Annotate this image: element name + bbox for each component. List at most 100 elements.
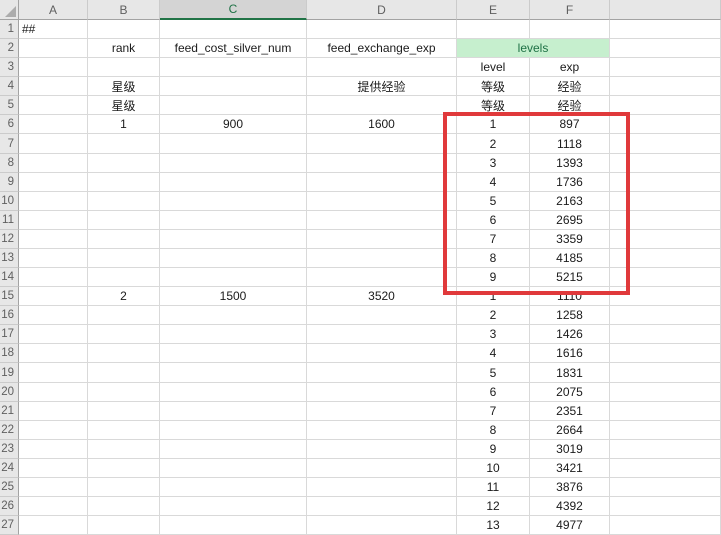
cell-B7[interactable] [88, 134, 160, 154]
cell-F25[interactable]: 3876 [530, 478, 610, 497]
column-header-D[interactable]: D [307, 0, 457, 20]
cell-A17[interactable] [19, 325, 88, 344]
cell-C12[interactable] [160, 230, 307, 249]
cell-A21[interactable] [19, 402, 88, 421]
row-header-15[interactable]: 15 [0, 287, 19, 306]
cell-C17[interactable] [160, 325, 307, 344]
cell-C6[interactable]: 900 [160, 115, 307, 134]
column-header-A[interactable]: A [19, 0, 88, 20]
cell-A4[interactable] [19, 77, 88, 96]
cell-F3[interactable]: exp [530, 58, 610, 77]
cell-B4[interactable]: 星级 [88, 77, 160, 96]
cell-C21[interactable] [160, 402, 307, 421]
cell-F1[interactable] [530, 20, 610, 39]
cell-C2[interactable]: feed_cost_silver_num [160, 39, 307, 58]
cell-A27[interactable] [19, 516, 88, 535]
cell-D13[interactable] [307, 249, 457, 268]
cell-A23[interactable] [19, 440, 88, 459]
cell-C15[interactable]: 1500 [160, 287, 307, 306]
cell-E15[interactable]: 1 [457, 287, 530, 306]
row-header-27[interactable]: 27 [0, 516, 19, 535]
cell-B27[interactable] [88, 516, 160, 535]
cell-G10[interactable] [610, 192, 721, 211]
cell-B1[interactable] [88, 20, 160, 39]
cell-C9[interactable] [160, 173, 307, 192]
cell-D24[interactable] [307, 459, 457, 478]
cell-C26[interactable] [160, 497, 307, 516]
cell-B13[interactable] [88, 249, 160, 268]
cell-G13[interactable] [610, 249, 721, 268]
row-header-23[interactable]: 23 [0, 440, 19, 459]
cell-C23[interactable] [160, 440, 307, 459]
cell-G7[interactable] [610, 134, 721, 154]
column-header-B[interactable]: B [88, 0, 160, 20]
row-header-25[interactable]: 25 [0, 478, 19, 497]
cell-B17[interactable] [88, 325, 160, 344]
cell-B6[interactable]: 1 [88, 115, 160, 134]
cell-E12[interactable]: 7 [457, 230, 530, 249]
cell-D26[interactable] [307, 497, 457, 516]
cell-D1[interactable] [307, 20, 457, 39]
cell-D19[interactable] [307, 363, 457, 383]
cell-E1[interactable] [457, 20, 530, 39]
row-header-26[interactable]: 26 [0, 497, 19, 516]
cell-E17[interactable]: 3 [457, 325, 530, 344]
row-header-4[interactable]: 4 [0, 77, 19, 96]
row-header-6[interactable]: 6 [0, 115, 19, 134]
cell-A7[interactable] [19, 134, 88, 154]
cell-E9[interactable]: 4 [457, 173, 530, 192]
cell-G9[interactable] [610, 173, 721, 192]
cell-C24[interactable] [160, 459, 307, 478]
cell-E27[interactable]: 13 [457, 516, 530, 535]
cell-F8[interactable]: 1393 [530, 154, 610, 173]
row-header-21[interactable]: 21 [0, 402, 19, 421]
cell-B3[interactable] [88, 58, 160, 77]
cell-F23[interactable]: 3019 [530, 440, 610, 459]
cell-D22[interactable] [307, 421, 457, 440]
cell-E8[interactable]: 3 [457, 154, 530, 173]
cell-G12[interactable] [610, 230, 721, 249]
cell-E5[interactable]: 等级 [457, 96, 530, 115]
row-header-12[interactable]: 12 [0, 230, 19, 249]
cell-E14[interactable]: 9 [457, 268, 530, 287]
cell-D15[interactable]: 3520 [307, 287, 457, 306]
cell-G6[interactable] [610, 115, 721, 134]
cell-E10[interactable]: 5 [457, 192, 530, 211]
cell-C7[interactable] [160, 134, 307, 154]
cell-B12[interactable] [88, 230, 160, 249]
cell-F14[interactable]: 5215 [530, 268, 610, 287]
cell-F20[interactable]: 2075 [530, 383, 610, 402]
cell-C16[interactable] [160, 306, 307, 325]
cell-F13[interactable]: 4185 [530, 249, 610, 268]
cell-C13[interactable] [160, 249, 307, 268]
cell-B18[interactable] [88, 344, 160, 363]
cell-B2[interactable]: rank [88, 39, 160, 58]
cell-A9[interactable] [19, 173, 88, 192]
row-header-24[interactable]: 24 [0, 459, 19, 478]
cell-E18[interactable]: 4 [457, 344, 530, 363]
cell-D2[interactable]: feed_exchange_exp [307, 39, 457, 58]
cell-A6[interactable] [19, 115, 88, 134]
cell-G18[interactable] [610, 344, 721, 363]
cell-G21[interactable] [610, 402, 721, 421]
row-header-22[interactable]: 22 [0, 421, 19, 440]
cell-G2[interactable] [610, 39, 721, 58]
cell-F7[interactable]: 1118 [530, 134, 610, 154]
cell-G1[interactable] [610, 20, 721, 39]
cell-D16[interactable] [307, 306, 457, 325]
cell-D18[interactable] [307, 344, 457, 363]
column-header-G[interactable] [610, 0, 721, 20]
column-header-E[interactable]: E [457, 0, 530, 20]
cell-C5[interactable] [160, 96, 307, 115]
cell-A11[interactable] [19, 211, 88, 230]
cell-A14[interactable] [19, 268, 88, 287]
cell-F5[interactable]: 经验 [530, 96, 610, 115]
cell-E25[interactable]: 11 [457, 478, 530, 497]
cell-B20[interactable] [88, 383, 160, 402]
cell-E3[interactable]: level [457, 58, 530, 77]
cell-E19[interactable]: 5 [457, 363, 530, 383]
cell-B21[interactable] [88, 402, 160, 421]
cell-G17[interactable] [610, 325, 721, 344]
cell-C1[interactable] [160, 20, 307, 39]
cell-E2[interactable]: levels [457, 39, 610, 58]
